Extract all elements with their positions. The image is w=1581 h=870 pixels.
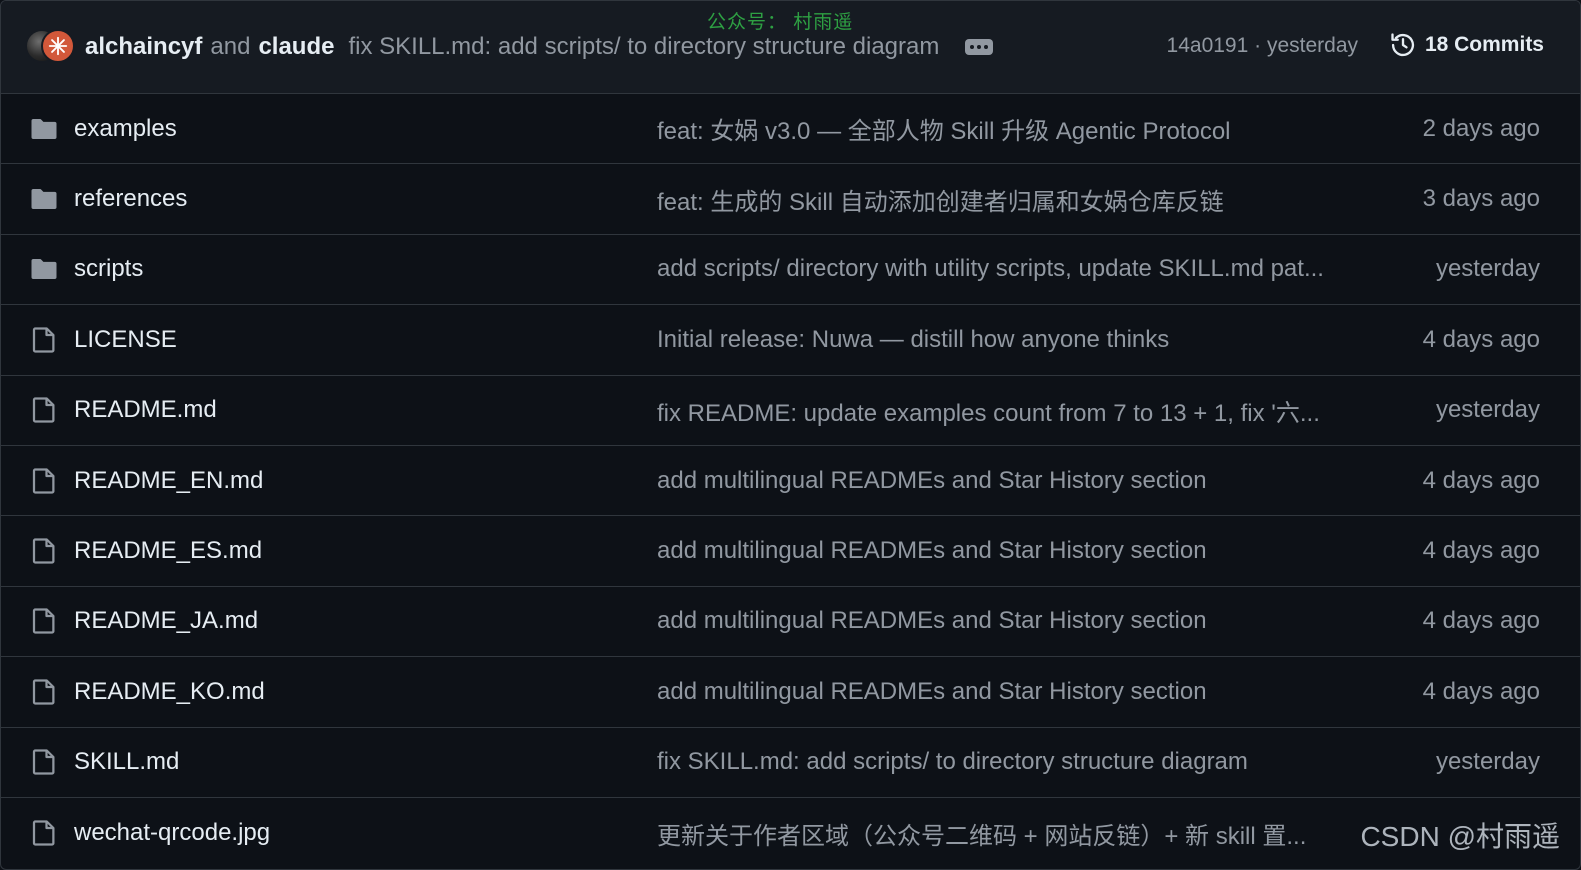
file-commit-message[interactable]: add multilingual READMEs and Star Histor… [657, 607, 1207, 635]
file-icon [29, 395, 59, 425]
coauthor-link[interactable]: claude [258, 33, 334, 61]
file-row[interactable]: SKILL.md fix SKILL.md: add scripts/ to di… [1, 728, 1580, 798]
claude-logo-icon [48, 36, 68, 56]
file-name-link[interactable]: examples [74, 115, 177, 143]
file-name-link[interactable]: README.md [74, 396, 217, 424]
folder-icon [29, 184, 59, 214]
file-name-link[interactable]: LICENSE [74, 326, 177, 354]
file-commit-message[interactable]: feat: 女娲 v3.0 — 全部人物 Skill 升级 Agentic Pr… [657, 111, 1231, 146]
commit-avatars[interactable] [25, 29, 75, 65]
file-browser: 公众号： 村雨遥 alchaincyf and claude fix SKILL… [0, 0, 1581, 870]
watermark-bottom: CSDN @村雨遥 [1360, 821, 1560, 852]
file-commit-age: 4 days ago [1422, 607, 1540, 635]
file-icon [29, 466, 59, 496]
file-name-link[interactable]: scripts [74, 255, 143, 283]
file-commit-message[interactable]: fix README: update examples count from 7… [657, 393, 1320, 428]
file-icon [29, 325, 59, 355]
watermark-top: 公众号： 村雨遥 [707, 12, 854, 33]
file-commit-age: 3 days ago [1422, 185, 1540, 213]
folder-icon [29, 254, 59, 284]
commits-count: 18 Commits [1424, 33, 1544, 56]
file-icon [29, 677, 59, 707]
file-row[interactable]: README.md fix README: update examples cou… [1, 376, 1580, 446]
file-row[interactable]: README_ES.md add multilingual READMEs and… [1, 516, 1580, 587]
file-name-link[interactable]: wechat-qrcode.jpg [74, 819, 270, 847]
file-row[interactable]: scripts add scripts/ directory with utili… [1, 235, 1580, 306]
file-commit-age: 4 days ago [1422, 325, 1540, 353]
ellipsis-icon[interactable] [965, 39, 994, 55]
file-list: examples feat: 女娲 v3.0 — 全部人物 Skill 升级 Ag… [1, 94, 1580, 868]
file-commit-age: 4 days ago [1422, 537, 1540, 565]
history-icon [1391, 33, 1415, 57]
author-link[interactable]: alchaincyf [85, 33, 202, 61]
file-commit-age: 4 days ago [1422, 677, 1540, 705]
file-icon [29, 747, 59, 777]
file-row[interactable]: references feat: 生成的 Skill 自动添加创建者归属和女娲仓库… [1, 164, 1580, 235]
file-commit-message[interactable]: add scripts/ directory with utility scri… [657, 255, 1324, 283]
file-row[interactable]: LICENSE Initial release: Nuwa — distill h… [1, 305, 1580, 376]
file-row[interactable]: examples feat: 女娲 v3.0 — 全部人物 Skill 升级 Ag… [1, 94, 1580, 165]
file-commit-age: 4 days ago [1422, 466, 1540, 494]
file-commit-message[interactable]: fix SKILL.md: add scripts/ to directory … [657, 748, 1248, 776]
latest-commit-message[interactable]: fix SKILL.md: add scripts/ to directory … [348, 33, 939, 61]
commit-sha[interactable]: 14a0191 · yesterday [1167, 34, 1358, 58]
file-icon [29, 818, 59, 848]
file-name-link[interactable]: README_ES.md [74, 537, 262, 565]
commits-link[interactable]: 18 Commits [1389, 31, 1544, 59]
file-name-link[interactable]: SKILL.md [74, 748, 179, 776]
file-row[interactable]: README_JA.md add multilingual READMEs and… [1, 587, 1580, 658]
file-icon [29, 606, 59, 636]
file-name-link[interactable]: references [74, 185, 187, 213]
file-name-link[interactable]: README_JA.md [74, 607, 258, 635]
file-commit-message[interactable]: add multilingual READMEs and Star Histor… [657, 467, 1207, 495]
file-commit-message[interactable]: feat: 生成的 Skill 自动添加创建者归属和女娲仓库反链 [657, 182, 1224, 217]
file-commit-message[interactable]: add multilingual READMEs and Star Histor… [657, 537, 1207, 565]
folder-icon [29, 114, 59, 144]
file-name-link[interactable]: README_KO.md [74, 678, 265, 706]
file-commit-age: yesterday [1435, 748, 1540, 776]
avatar[interactable] [41, 29, 75, 63]
file-commit-age: yesterday [1435, 255, 1540, 283]
file-commit-age: yesterday [1435, 396, 1540, 424]
file-commit-message[interactable]: Initial release: Nuwa — distill how anyo… [657, 326, 1169, 354]
and-text: and [210, 33, 251, 60]
file-commit-message[interactable]: add multilingual READMEs and Star Histor… [657, 678, 1207, 706]
file-row[interactable]: README_KO.md add multilingual READMEs and… [1, 657, 1580, 728]
file-icon [29, 536, 59, 566]
file-commit-age: 2 days ago [1422, 114, 1540, 142]
file-row[interactable]: wechat-qrcode.jpg 更新关于作者区域（公众号二维码 + 网站反链）… [1, 798, 1580, 868]
file-row[interactable]: README_EN.md add multilingual READMEs and… [1, 446, 1580, 517]
file-commit-message[interactable]: 更新关于作者区域（公众号二维码 + 网站反链）+ 新 skill 置... [657, 816, 1306, 851]
file-name-link[interactable]: README_EN.md [74, 467, 263, 495]
